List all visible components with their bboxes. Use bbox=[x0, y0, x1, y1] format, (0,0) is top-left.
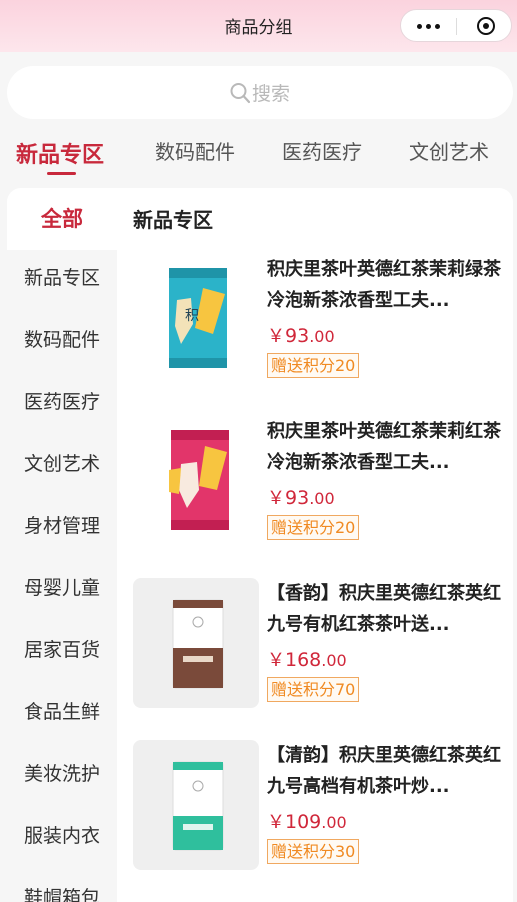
sidebar-item-shoes-bags[interactable]: 鞋帽箱包 bbox=[7, 867, 117, 902]
sidebar-item-home-goods[interactable]: 居家百货 bbox=[7, 619, 117, 681]
product-image[interactable] bbox=[133, 578, 259, 708]
sidebar-item-clothing[interactable]: 服装内衣 bbox=[7, 805, 117, 867]
sidebar-item-body-management[interactable]: 身材管理 bbox=[7, 495, 117, 557]
points-badge: 赠送积分30 bbox=[267, 839, 360, 864]
product-price: ￥93.00 bbox=[267, 325, 335, 347]
sidebar-item-medical[interactable]: 医药医疗 bbox=[7, 371, 117, 433]
active-tab-indicator bbox=[47, 172, 76, 175]
product-price: ￥93.00 bbox=[267, 487, 335, 509]
tab-digital-accessories[interactable]: 数码配件 bbox=[155, 136, 235, 165]
product-image[interactable] bbox=[133, 740, 259, 870]
target-circle-icon[interactable] bbox=[477, 17, 495, 35]
search-bar[interactable]: 搜索 bbox=[7, 66, 513, 119]
product-card[interactable]: 积庆里茶叶英德红茶茉莉红茶冷泡新茶浓香型工夫... ￥93.00 赠送积分20 bbox=[133, 416, 505, 548]
navigation-bar: 商品分组 bbox=[0, 0, 517, 52]
sidebar-item-beauty-care[interactable]: 美妆洗护 bbox=[7, 743, 117, 805]
mini-program-capsule bbox=[400, 9, 512, 42]
content-panel: 全部 新品专区 数码配件 医药医疗 文创艺术 身材管理 母婴儿童 居家百货 食品… bbox=[7, 188, 513, 902]
search-input[interactable]: 搜索 bbox=[252, 79, 290, 106]
sidebar-item-culture-art[interactable]: 文创艺术 bbox=[7, 433, 117, 495]
product-card[interactable]: 【清韵】积庆里英德红茶英红九号高档有机茶叶炒... ￥109.00 赠送积分30 bbox=[133, 740, 505, 872]
tab-medical[interactable]: 医药医疗 bbox=[282, 136, 362, 165]
search-icon bbox=[230, 82, 250, 104]
product-price: ￥168.00 bbox=[267, 649, 347, 671]
tab-culture-art[interactable]: 文创艺术 bbox=[409, 136, 489, 165]
product-price: ￥109.00 bbox=[267, 811, 347, 833]
sidebar-item-fresh-food[interactable]: 食品生鲜 bbox=[7, 681, 117, 743]
product-title[interactable]: 【清韵】积庆里英德红茶英红九号高档有机茶叶炒... bbox=[267, 740, 503, 802]
product-title[interactable]: 积庆里茶叶英德红茶茉莉红茶冷泡新茶浓香型工夫... bbox=[267, 416, 503, 478]
product-title[interactable]: 【香韵】积庆里英德红茶英红九号有机红茶茶叶送... bbox=[267, 578, 503, 640]
points-badge: 赠送积分20 bbox=[267, 353, 360, 378]
product-image[interactable] bbox=[133, 416, 259, 546]
sidebar-item-digital-accessories[interactable]: 数码配件 bbox=[7, 309, 117, 371]
tab-new-products[interactable]: 新品专区 bbox=[16, 137, 104, 169]
points-badge: 赠送积分20 bbox=[267, 515, 360, 540]
product-card[interactable]: 积 积庆里茶叶英德红茶茉莉绿茶冷泡新茶浓香型工夫... ￥93.00 赠送积分2… bbox=[133, 254, 505, 386]
more-dots-icon[interactable] bbox=[417, 16, 441, 36]
sidebar-item-new-products[interactable]: 新品专区 bbox=[7, 247, 117, 309]
section-title: 新品专区 bbox=[133, 208, 213, 232]
capsule-divider bbox=[456, 18, 457, 35]
sidebar-item-all[interactable]: 全部 bbox=[7, 188, 117, 250]
svg-text:积: 积 bbox=[185, 308, 199, 324]
points-badge: 赠送积分70 bbox=[267, 677, 360, 702]
product-card[interactable]: 【香韵】积庆里英德红茶英红九号有机红茶茶叶送... ￥168.00 赠送积分70 bbox=[133, 578, 505, 710]
product-image[interactable]: 积 bbox=[133, 254, 259, 384]
category-sidebar: 全部 新品专区 数码配件 医药医疗 文创艺术 身材管理 母婴儿童 居家百货 食品… bbox=[7, 188, 117, 902]
category-tabs: 新品专区 数码配件 医药医疗 文创艺术 bbox=[0, 128, 517, 178]
sidebar-item-mother-baby[interactable]: 母婴儿童 bbox=[7, 557, 117, 619]
product-title[interactable]: 积庆里茶叶英德红茶茉莉绿茶冷泡新茶浓香型工夫... bbox=[267, 254, 503, 316]
